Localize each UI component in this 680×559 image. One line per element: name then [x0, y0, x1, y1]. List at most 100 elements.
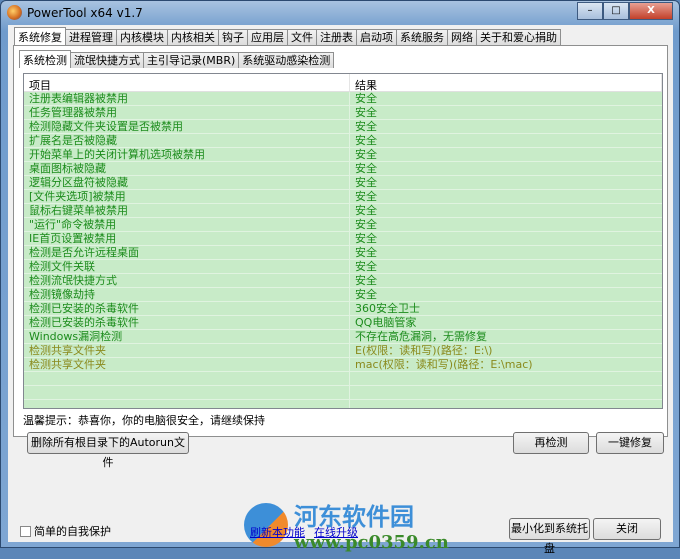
empty-cell	[24, 372, 350, 385]
row-result: 安全	[355, 92, 377, 105]
table-row[interactable]: "运行"命令被禁用 安全	[24, 218, 662, 232]
column-header-result[interactable]: 结果	[350, 74, 662, 92]
subtab-3[interactable]: 系统驱动感染检测	[238, 52, 335, 68]
row-item: 扩展名是否被隐藏	[24, 134, 350, 147]
tab-4[interactable]: 钩子	[218, 29, 248, 45]
empty-cell	[24, 400, 350, 408]
row-item: 检测是否允许远程桌面	[24, 246, 350, 259]
self-protect-checkbox[interactable]: 简单的自我保护	[20, 523, 111, 539]
checkbox-box[interactable]	[20, 525, 31, 537]
refresh-link[interactable]: 刷新本功能	[250, 524, 305, 540]
list-header: 项目 结果	[24, 74, 662, 92]
table-row[interactable]: 任务管理器被禁用 安全	[24, 106, 662, 120]
row-result: QQ电脑管家	[355, 316, 417, 329]
tab-panel: 系统检测 流氓快捷方式 主引导记录(MBR) 系统驱动感染检测 项目 结果 注册表编辑…	[13, 45, 668, 469]
table-row[interactable]: IE首页设置被禁用 安全	[24, 232, 662, 246]
table-row[interactable]: Windows漏洞检测 不存在高危漏洞，无需修复	[24, 330, 662, 344]
table-row[interactable]: 检测隐藏文件夹设置是否被禁用 安全	[24, 120, 662, 134]
table-row[interactable]: 开始菜单上的关闭计算机选项被禁用 安全	[24, 148, 662, 162]
main-tabs: 系统修复 进程管理 内核模块 内核相关 钩子 应用层 文件 注册表 启动项 系统服务 网络 关于和爱心…	[14, 27, 561, 46]
title-bar: PowerTool x64 v1.7 – □ X	[1, 1, 679, 25]
row-result: 安全	[355, 260, 377, 273]
row-item: Windows漏洞检测	[24, 330, 350, 343]
subtab-0[interactable]: 系统检测	[19, 50, 71, 68]
row-item: 任务管理器被禁用	[24, 106, 350, 119]
tab-9[interactable]: 系统服务	[396, 29, 448, 45]
row-item: "运行"命令被禁用	[24, 218, 350, 231]
fix-button[interactable]: 一键修复	[596, 432, 664, 454]
table-row[interactable]: 鼠标右键菜单被禁用 安全	[24, 204, 662, 218]
minimize-tray-button[interactable]: 最小化到系统托盘	[509, 518, 590, 555]
app-window: PowerTool x64 v1.7 – □ X 系统修复 进程管理 内核模块 内核相…	[0, 0, 680, 555]
table-row[interactable]: 逻辑分区盘符被隐藏 安全	[24, 176, 662, 190]
tab-1[interactable]: 进程管理	[65, 29, 117, 45]
subtab-2[interactable]: 主引导记录(MBR)	[143, 52, 240, 68]
table-row[interactable]: 检测是否允许远程桌面 安全	[24, 246, 662, 260]
row-item: 检测隐藏文件夹设置是否被禁用	[24, 120, 350, 133]
table-row[interactable]: 检测文件关联 安全	[24, 260, 662, 274]
row-result: 安全	[355, 288, 377, 301]
row-result: E(权限：读和写)(路径：E:\)	[355, 344, 493, 357]
tab-8[interactable]: 启动项	[356, 29, 397, 45]
table-row[interactable]: 检测流氓快捷方式 安全	[24, 274, 662, 288]
row-result: mac(权限：读和写)(路径：E:\mac)	[355, 358, 533, 371]
row-result: 安全	[355, 190, 377, 203]
row-result: 360安全卫士	[355, 302, 420, 315]
tab-5[interactable]: 应用层	[247, 29, 288, 45]
self-protect-label: 简单的自我保护	[34, 525, 111, 538]
row-item: IE首页设置被禁用	[24, 232, 350, 245]
status-text: 温馨提示：恭喜你，你的电脑很安全，请继续保持	[23, 414, 265, 427]
minimize-button[interactable]: –	[577, 2, 603, 20]
empty-cell	[350, 372, 662, 385]
row-item: 检测流氓快捷方式	[24, 274, 350, 287]
close-window-button[interactable]: X	[629, 2, 673, 20]
row-item: 检测文件关联	[24, 260, 350, 273]
row-result: 安全	[355, 274, 377, 287]
tab-2[interactable]: 内核模块	[116, 29, 168, 45]
row-item: 检测共享文件夹	[24, 344, 350, 357]
tab-6[interactable]: 文件	[287, 29, 317, 45]
row-result: 安全	[355, 246, 377, 259]
row-result: 安全	[355, 148, 377, 161]
empty-cell	[350, 386, 662, 399]
tab-7[interactable]: 注册表	[316, 29, 357, 45]
row-result: 安全	[355, 134, 377, 147]
tab-11[interactable]: 关于和爱心捐助	[476, 29, 561, 45]
empty-row	[24, 400, 662, 408]
app-icon	[7, 5, 22, 20]
recheck-button[interactable]: 再检测	[513, 432, 589, 454]
table-row[interactable]: [文件夹选项]被禁用 安全	[24, 190, 662, 204]
row-result: 安全	[355, 162, 377, 175]
table-row[interactable]: 扩展名是否被隐藏 安全	[24, 134, 662, 148]
check-list[interactable]: 项目 结果 注册表编辑器被禁用 安全 任务管理器被禁用 安全 检测隐藏文件夹设置是否被禁…	[23, 73, 663, 409]
row-result: 安全	[355, 106, 377, 119]
tab-10[interactable]: 网络	[447, 29, 477, 45]
table-row[interactable]: 注册表编辑器被禁用 安全	[24, 92, 662, 106]
tab-3[interactable]: 内核相关	[167, 29, 219, 45]
close-button[interactable]: 关闭	[593, 518, 661, 540]
row-item: 检测已安装的杀毒软件	[24, 302, 350, 315]
row-result: 安全	[355, 204, 377, 217]
row-result: 安全	[355, 176, 377, 189]
table-row[interactable]: 检测已安装的杀毒软件 QQ电脑管家	[24, 316, 662, 330]
row-item: 鼠标右键菜单被禁用	[24, 204, 350, 217]
table-row[interactable]: 检测共享文件夹 mac(权限：读和写)(路径：E:\mac)	[24, 358, 662, 372]
row-item: 逻辑分区盘符被隐藏	[24, 176, 350, 189]
row-item: 注册表编辑器被禁用	[24, 92, 350, 105]
client-area: 系统修复 进程管理 内核模块 内核相关 钩子 应用层 文件 注册表 启动项 系统服务 网络 关于和爱心…	[8, 25, 673, 555]
column-header-item[interactable]: 项目	[24, 74, 350, 92]
upgrade-link[interactable]: 在线升级	[314, 524, 358, 540]
row-item: 检测已安装的杀毒软件	[24, 316, 350, 329]
table-row[interactable]: 检测已安装的杀毒软件 360安全卫士	[24, 302, 662, 316]
maximize-button[interactable]: □	[603, 2, 629, 20]
tab-0[interactable]: 系统修复	[14, 27, 66, 45]
table-row[interactable]: 桌面图标被隐藏 安全	[24, 162, 662, 176]
delete-autorun-button[interactable]: 删除所有根目录下的Autorun文件	[27, 432, 189, 469]
empty-cell	[350, 400, 662, 408]
sub-tabs: 系统检测 流氓快捷方式 主引导记录(MBR) 系统驱动感染检测	[19, 50, 335, 69]
table-row[interactable]: 检测镜像劫持 安全	[24, 288, 662, 302]
row-item: 检测镜像劫持	[24, 288, 350, 301]
table-row[interactable]: 检测共享文件夹 E(权限：读和写)(路径：E:\)	[24, 344, 662, 358]
row-item: 开始菜单上的关闭计算机选项被禁用	[24, 148, 350, 161]
subtab-1[interactable]: 流氓快捷方式	[70, 52, 144, 68]
